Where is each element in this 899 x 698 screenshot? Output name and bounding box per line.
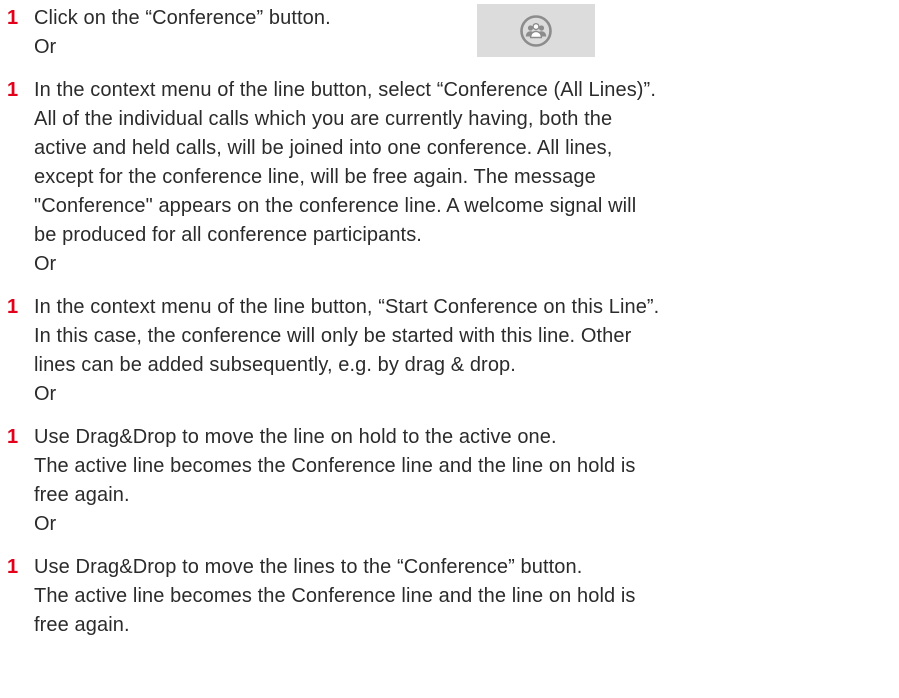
step-line: The active line becomes the Conference l…: [34, 585, 636, 607]
step-line: Use Drag&Drop to move the lines to the “…: [34, 556, 583, 578]
step-text: Use Drag&Drop to move the lines to the “…: [34, 553, 899, 640]
step-line: free again.: [34, 484, 130, 506]
or-separator: Or: [34, 253, 57, 275]
step-line: All of the individual calls which you ar…: [34, 108, 613, 130]
or-separator: Or: [34, 383, 57, 405]
conference-button[interactable]: [477, 4, 595, 57]
step-line: be produced for all conference participa…: [34, 224, 422, 246]
step-number: 1: [7, 556, 19, 578]
step-line: lines can be added subsequently, e.g. by…: [34, 354, 516, 376]
step-line: The active line becomes the Conference l…: [34, 455, 636, 477]
step-line: Use Drag&Drop to move the line on hold t…: [34, 426, 557, 448]
step-text: In the context menu of the line button, …: [34, 293, 899, 380]
step-line: In this case, the conference will only b…: [34, 325, 632, 347]
or-separator: Or: [34, 513, 57, 535]
step-click-conference-button: 1 Click on the “Conference” button.: [0, 4, 899, 57]
step-line: Click on the “Conference” button.: [34, 7, 331, 29]
or-separator: Or: [34, 36, 57, 58]
conference-icon: [520, 14, 552, 47]
step-drag-line-on-hold: 1 Use Drag&Drop to move the line on hold…: [0, 423, 899, 510]
step-number: 1: [7, 7, 19, 29]
step-number: 1: [7, 426, 19, 448]
step-drag-lines-to-conference-button: 1 Use Drag&Drop to move the lines to the…: [0, 553, 899, 640]
step-line: In the context menu of the line button, …: [34, 79, 656, 101]
step-number: 1: [7, 296, 19, 318]
step-text: Use Drag&Drop to move the line on hold t…: [34, 423, 899, 510]
step-start-conference-on-line: 1 In the context menu of the line button…: [0, 293, 899, 380]
step-number: 1: [7, 79, 19, 101]
step-line: active and held calls, will be joined in…: [34, 137, 613, 159]
step-line: except for the conference line, will be …: [34, 166, 596, 188]
instruction-document: 1 Click on the “Conference” button. Or 1…: [0, 0, 899, 640]
step-text: Click on the “Conference” button.: [34, 4, 899, 33]
step-conference-all-lines: 1 In the context menu of the line button…: [0, 76, 899, 250]
step-text: In the context menu of the line button, …: [34, 76, 899, 250]
step-line: free again.: [34, 614, 130, 636]
step-line: "Conference" appears on the conference l…: [34, 195, 637, 217]
step-line: In the context menu of the line button, …: [34, 296, 660, 318]
